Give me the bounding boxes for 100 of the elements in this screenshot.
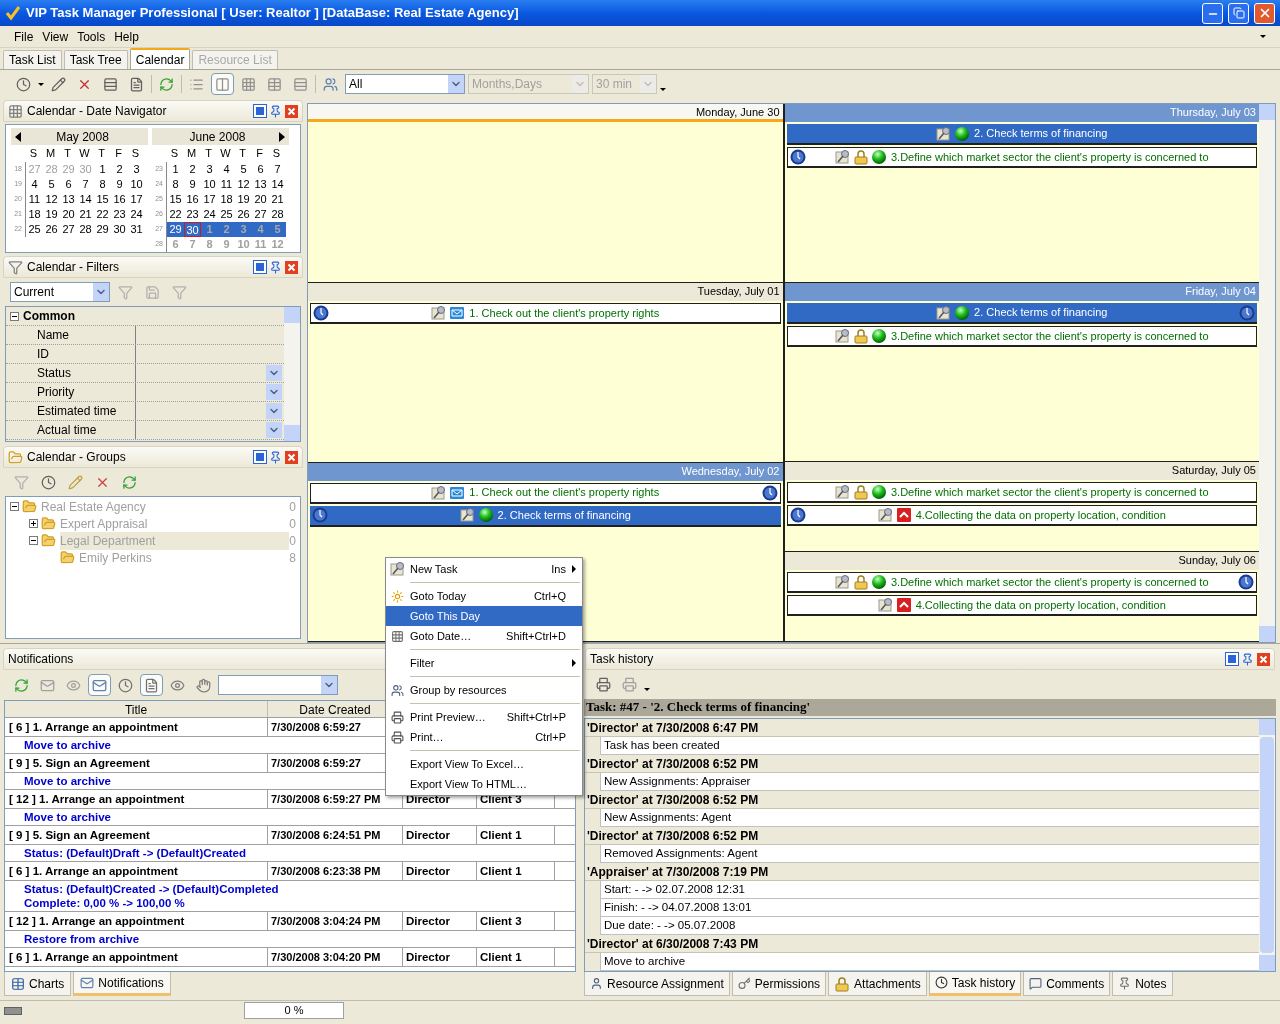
calendar-day[interactable]: 10 (201, 176, 218, 192)
calendar-day[interactable]: 18 (218, 191, 235, 207)
calendar-day[interactable]: 21 (77, 206, 94, 222)
expand-icon[interactable] (29, 519, 38, 528)
calendar-day[interactable]: 23 (184, 206, 201, 222)
calendar-day[interactable]: 8 (94, 176, 111, 192)
calendar-day[interactable]: 14 (269, 176, 286, 192)
menu-item[interactable]: Tools (77, 27, 106, 46)
calendar-day[interactable]: 26 (43, 221, 60, 237)
tab[interactable]: Notes (1112, 972, 1173, 996)
calendar-day[interactable]: 20 (60, 206, 77, 222)
menu-item[interactable]: View (42, 27, 69, 46)
collapse-icon[interactable] (10, 502, 19, 511)
calendar-day[interactable]: 4 (218, 161, 235, 177)
calendar-day[interactable]: 26 (235, 206, 252, 222)
calendar-day[interactable]: 31 (128, 221, 145, 237)
calendar-day[interactable]: 19 (235, 191, 252, 207)
day-header[interactable]: Saturday, July 05 (784, 462, 1259, 480)
restore-button[interactable] (1228, 2, 1249, 24)
calendar-day[interactable]: 1 (94, 161, 111, 177)
calendar-day[interactable]: 1 (167, 161, 184, 177)
menu-item[interactable]: New Task Ins (386, 559, 582, 579)
collapse-icon[interactable] (29, 536, 38, 545)
scrollbar[interactable] (284, 307, 300, 441)
dropdown-field[interactable]: All (345, 74, 465, 94)
calendar-day[interactable]: 6 (252, 161, 269, 177)
calendar-day[interactable]: 30 (111, 221, 128, 237)
dropdown-field[interactable] (218, 675, 338, 695)
calendar-day[interactable]: 28 (269, 206, 286, 222)
calendar-day[interactable]: 17 (201, 191, 218, 207)
maximize-icon[interactable] (254, 105, 266, 117)
calendar-day[interactable]: 19 (43, 206, 60, 222)
tab[interactable]: Permissions (731, 972, 827, 996)
calendar-event[interactable]: 4.Collecting the data on property location, condition (786, 505, 1257, 526)
calendar-day[interactable]: 29 (167, 221, 184, 237)
pin-icon[interactable] (1241, 652, 1254, 666)
calendar-day[interactable]: 18 (26, 206, 43, 222)
calendar-day[interactable]: 14 (77, 191, 94, 207)
scrollbar[interactable] (1259, 719, 1275, 971)
calendar-event[interactable]: 3.Define which market sector the client's property is concerned to (786, 147, 1257, 168)
maximize-icon[interactable] (1226, 653, 1238, 665)
calendar-day[interactable]: 24 (201, 206, 218, 222)
menu-item[interactable]: Group by resources (386, 680, 582, 700)
calendar-day[interactable]: 16 (111, 191, 128, 207)
calendar-event[interactable]: 2. Check terms of financing (786, 124, 1257, 145)
pin-icon[interactable] (269, 260, 282, 274)
dropdown-caret-icon[interactable] (38, 82, 44, 86)
calendar-day[interactable]: 7 (269, 161, 286, 177)
close-icon[interactable] (285, 104, 298, 118)
tab[interactable]: Notifications (73, 972, 171, 996)
work-week-view-button[interactable] (211, 73, 234, 95)
day-header[interactable]: Monday, June 30 (308, 104, 783, 122)
calendar-day[interactable]: 17 (128, 191, 145, 207)
calendar-day[interactable]: 22 (94, 206, 111, 222)
calendar-day[interactable]: 11 (218, 176, 235, 192)
menu-item[interactable]: File (14, 27, 34, 46)
calendar-day[interactable]: 23 (111, 206, 128, 222)
dropdown-field[interactable]: Current (10, 282, 110, 302)
tab[interactable]: Attachments (828, 972, 927, 996)
calendar-day[interactable]: 29 (94, 221, 111, 237)
calendar-day[interactable]: 6 (60, 176, 77, 192)
calendar-day[interactable]: 7 (77, 176, 94, 192)
menu-item[interactable]: Filter (386, 653, 582, 673)
calendar-event[interactable]: 3.Define which market sector the client's property is concerned to (786, 482, 1257, 503)
tab[interactable]: Task List (3, 50, 62, 69)
calendar-event[interactable]: 1. Check out the client's property rights (310, 482, 781, 504)
calendar-day[interactable]: 2 (184, 161, 201, 177)
tab[interactable]: Task Tree (63, 50, 128, 69)
collapse-icon[interactable] (10, 311, 19, 321)
calendar-day[interactable]: 21 (269, 191, 286, 207)
pin-icon[interactable] (269, 104, 282, 118)
tab[interactable]: Task history (928, 972, 1022, 996)
calendar-day[interactable]: 15 (94, 191, 111, 207)
calendar-day[interactable]: 12 (235, 176, 252, 192)
pin-icon[interactable] (269, 450, 282, 464)
calendar-day[interactable]: 11 (26, 191, 43, 207)
calendar-event[interactable]: 2. Check terms of financing (786, 303, 1257, 324)
dropdown-caret-icon[interactable] (1260, 35, 1266, 38)
close-icon[interactable] (1257, 652, 1270, 666)
scrollbar[interactable] (1259, 104, 1275, 642)
calendar-day[interactable]: 28 (77, 221, 94, 237)
menu-item[interactable]: Goto This Day (386, 606, 582, 626)
calendar-day[interactable]: 12 (43, 191, 60, 207)
calendar-day[interactable]: 3 (201, 161, 218, 177)
maximize-icon[interactable] (254, 261, 266, 273)
calendar-day[interactable]: 30 (184, 221, 201, 237)
minimize-button[interactable] (1202, 2, 1223, 24)
close-button[interactable] (1254, 2, 1275, 24)
inbox-button[interactable] (88, 674, 111, 696)
tab[interactable]: Calendar (129, 48, 191, 69)
calendar-day[interactable]: 20 (252, 191, 269, 207)
calendar-event[interactable]: 1. Check out the client's property rights (310, 303, 781, 325)
calendar-day[interactable]: 27 (60, 221, 77, 237)
column-header[interactable]: Title (5, 701, 268, 717)
calendar-event[interactable]: 2. Check terms of financing (310, 505, 781, 527)
calendar-day[interactable]: 9 (111, 176, 128, 192)
calendar-day[interactable]: 2 (111, 161, 128, 177)
calendar-day[interactable]: 3 (128, 161, 145, 177)
document-button[interactable] (140, 674, 163, 696)
calendar-day[interactable]: 13 (252, 176, 269, 192)
